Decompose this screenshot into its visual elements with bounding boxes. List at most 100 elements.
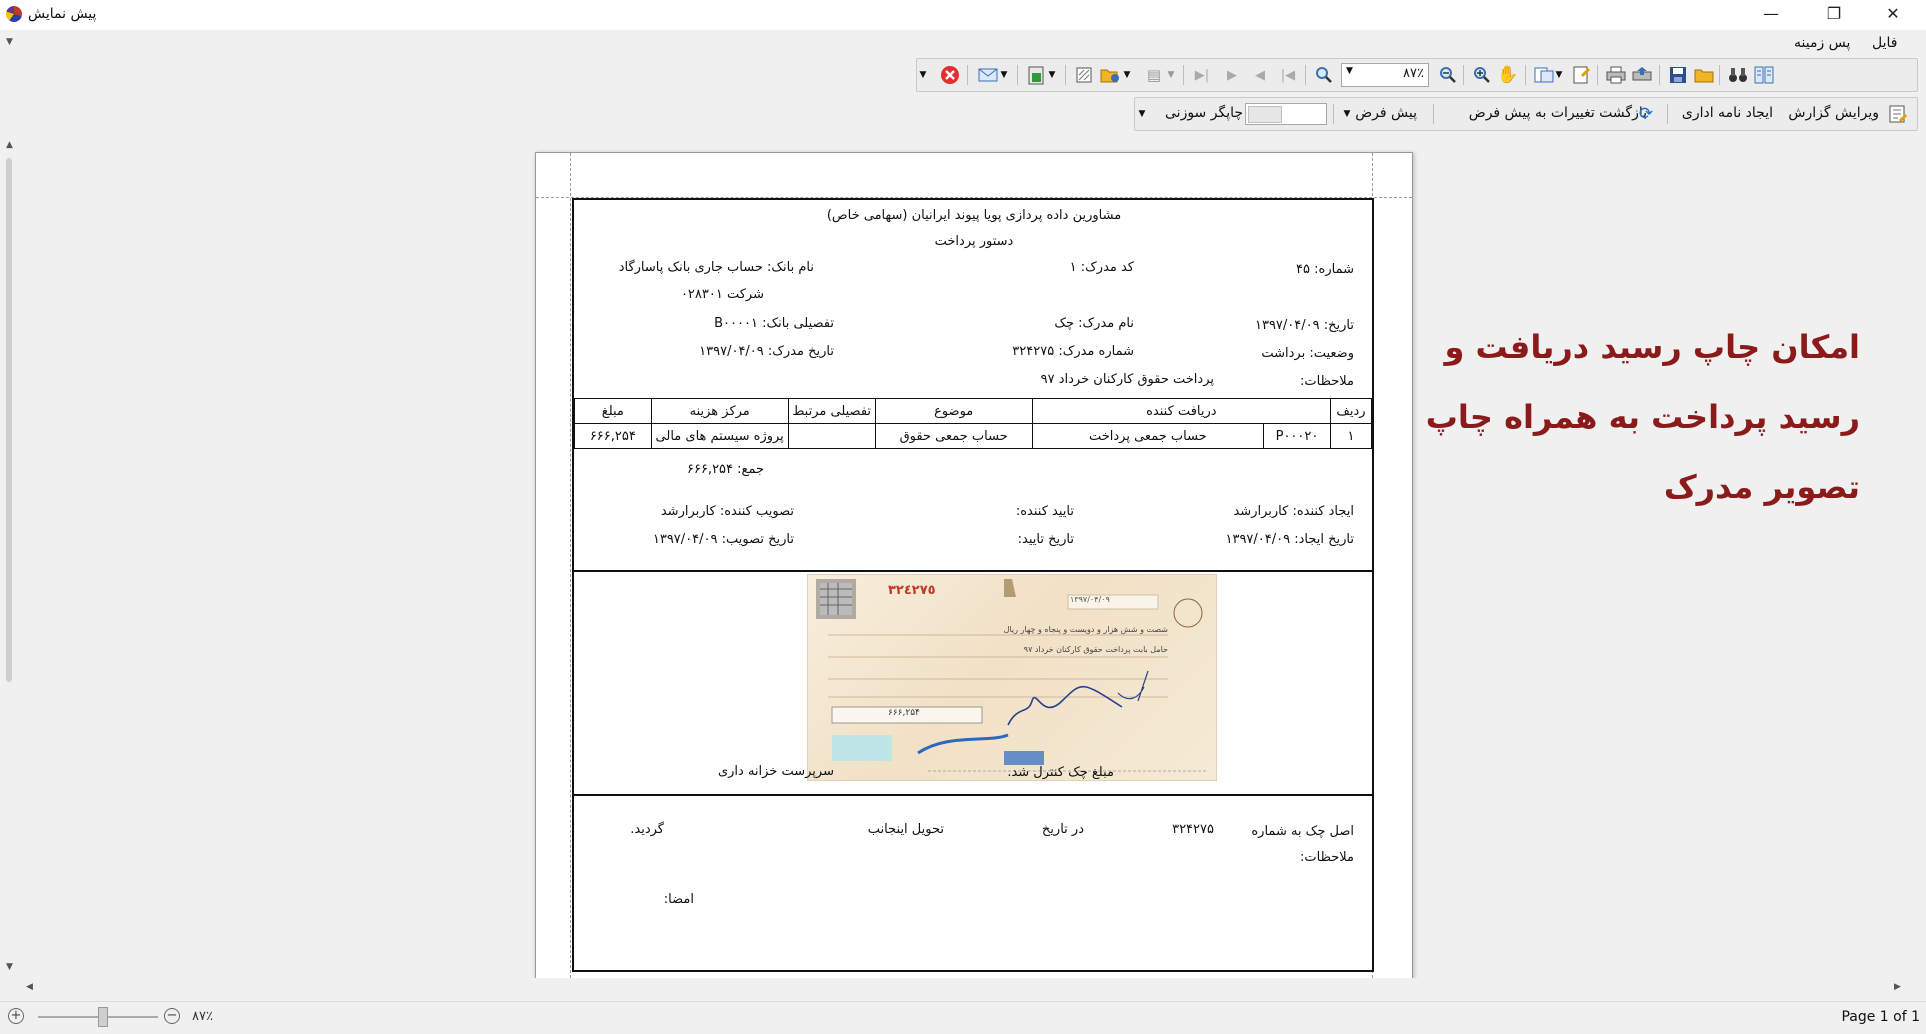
zoom-select[interactable]: ▼ ۸۷٪: [1341, 63, 1429, 87]
open-icon[interactable]: [1097, 62, 1123, 88]
edit-report-icon: [1885, 101, 1911, 127]
cell-receiver-name: حساب جمعی پرداخت: [1031, 423, 1265, 449]
watermark-icon[interactable]: [1071, 62, 1097, 88]
delivered-label: تحویل اینجانب: [867, 822, 944, 837]
scroll-right-icon[interactable]: ▶: [1894, 982, 1901, 992]
dot-matrix-field[interactable]: [1245, 103, 1327, 125]
previous-page-icon[interactable]: ◀: [1247, 62, 1273, 88]
close-preview-icon[interactable]: [937, 62, 963, 88]
hand-icon[interactable]: ✋: [1495, 62, 1521, 88]
treasury-head-label: سرپرست خزانه داری: [717, 764, 834, 779]
preview-toolbar: ▼ ▼ ▼ ▼ ▤ ▼ ▶| ▶ ◀ |◀ ▼ ۸۷٪ ✋ ▼: [916, 58, 1918, 92]
bank-name-line2: شرکت ۰۲۸۳۰۱: [680, 287, 764, 302]
menu-file[interactable]: فایل: [1872, 35, 1897, 51]
original-cheque-label: اصل چک به شماره: [1251, 824, 1354, 839]
document-title: دستور پرداخت: [934, 234, 1014, 249]
doc-number-field: شماره مدرک: ۳۲۴۲۷۵: [1012, 344, 1134, 359]
app-icon: [6, 6, 22, 22]
refresh-icon: ⟳: [1638, 104, 1654, 124]
created-by-field: ایجاد کننده: کاربرارشد: [1233, 504, 1354, 519]
cheque-number-value: ۳۲۴۲۷۵: [1172, 822, 1214, 837]
export-dropdown-icon[interactable]: ▼: [1045, 62, 1059, 88]
scroll-left-icon[interactable]: ◀: [26, 982, 33, 992]
multipage-icon[interactable]: ▤: [1141, 62, 1167, 88]
maximize-button[interactable]: ❐: [1811, 0, 1857, 28]
scroll-down-icon[interactable]: ▼: [6, 962, 13, 972]
last-page-icon[interactable]: ▶|: [1189, 62, 1215, 88]
cell-subject: حساب جمعی حقوق: [874, 423, 1033, 449]
zoom-icon[interactable]: [1311, 62, 1337, 88]
zoom-in-icon[interactable]: [1469, 62, 1495, 88]
horizontal-scrollbar[interactable]: ◀ ▶: [20, 978, 1906, 998]
bank-detail-field: تفصیلی بانک: B۰۰۰۰۱: [714, 316, 834, 331]
promo-line-2: رسید پرداخت به همراه چاپ: [1425, 398, 1860, 436]
binoculars-icon[interactable]: [1725, 62, 1751, 88]
cell-row-number: ۱: [1330, 423, 1372, 449]
default-button[interactable]: پیش فرض: [1347, 105, 1417, 121]
scroll-up-icon[interactable]: ▲: [6, 140, 13, 150]
approved-by-field: تصویب کننده: کاربرارشد: [660, 504, 794, 519]
footer-notes-label: ملاحظات:: [1300, 850, 1354, 865]
title-bar: پیش نمایش — ❐ ✕: [0, 0, 1926, 30]
notes-value: پرداخت حقوق کارکنان خرداد ۹۷: [1040, 372, 1214, 387]
cheque-reason: حامل بابت پرداخت حقوق کارکنان خرداد ۹۷: [1023, 645, 1168, 654]
number-field: شماره: ۴۵: [1296, 262, 1354, 277]
minimize-button[interactable]: —: [1748, 0, 1794, 28]
page-setup-icon[interactable]: [1569, 62, 1595, 88]
export-icon[interactable]: [1629, 62, 1655, 88]
window-title: پیش نمایش: [28, 6, 97, 22]
payment-order: مشاورین داده پردازی پویا پیوند ایرانیان …: [572, 198, 1374, 972]
payment-table: ردیف دریافت کننده موضوع تفصیلی مرتبط مرک…: [574, 398, 1372, 449]
cheque-amount: ۶۶۶,۲۵۴: [888, 708, 920, 718]
edit-report-button[interactable]: ویرایش گزارش: [1779, 105, 1879, 121]
menu-bar: ▼ پس زمینه فایل: [0, 30, 1926, 58]
became-label: گردید.: [630, 822, 664, 837]
dot-matrix-label: چاپگر سوزنی: [1165, 105, 1244, 121]
email-dropdown-icon[interactable]: ▼: [997, 62, 1011, 88]
cheque-image: ۳۲٤٢٧٥ ۱۳۹۷/۰۴/۰۹ شصت و شش هزار و دویست …: [807, 574, 1217, 781]
toolbar-options-icon[interactable]: ▼: [917, 62, 929, 88]
report-toolbar: ▼ چاپگر سوزنی ▼ پیش فرض بازگشت تغییرات ب…: [1134, 97, 1918, 131]
status-field: وضعیت: برداشت: [1261, 346, 1354, 361]
notes-label: ملاحظات:: [1300, 374, 1354, 389]
vertical-scrollbar[interactable]: ▲ ▼: [0, 134, 20, 978]
save-icon[interactable]: [1665, 62, 1691, 88]
menu-background[interactable]: پس زمینه: [1794, 35, 1850, 51]
cell-cost-center: پروژه سیستم های مالی: [650, 423, 789, 449]
doc-code-field: کد مدرک: ۱: [1069, 260, 1134, 275]
zoom-out-status-icon[interactable]: −: [164, 1008, 180, 1024]
table-header-row: ردیف دریافت کننده موضوع تفصیلی مرتبط مرک…: [574, 398, 1372, 424]
confirmed-date-field: تاریخ تایید:: [1017, 532, 1074, 547]
open-dropdown-icon[interactable]: ▼: [1121, 62, 1133, 88]
cell-receiver-code: P۰۰۰۲۰: [1263, 423, 1331, 449]
approved-date-field: تاریخ تصویب: ۱۳۹۷/۰۴/۰۹: [652, 532, 794, 547]
zoom-in-status-icon[interactable]: +: [8, 1008, 24, 1024]
bank-name-field: نام بانک: حساب جاری بانک پاسارگاد: [618, 260, 814, 275]
promo-line-1: امکان چاپ رسید دریافت و: [1444, 328, 1860, 366]
header-cost-center: مرکز هزینه: [650, 398, 789, 424]
close-button[interactable]: ✕: [1870, 0, 1916, 28]
layout-icon[interactable]: [1751, 62, 1777, 88]
multipage-dropdown-icon[interactable]: ▼: [1165, 62, 1177, 88]
header-receiver: دریافت کننده: [1031, 398, 1332, 424]
page-layout-dropdown-icon[interactable]: ▼: [1553, 62, 1565, 88]
quick-access-arrow-icon[interactable]: ▼: [6, 37, 13, 47]
status-bar: + − ۸۷٪ Page 1 of 1: [0, 1001, 1926, 1034]
revert-default-button[interactable]: بازگشت تغییرات به پیش فرض: [1441, 105, 1647, 121]
on-date-label: در تاریخ: [1041, 822, 1084, 837]
created-date-field: تاریخ ایجاد: ۱۳۹۷/۰۴/۰۹: [1225, 532, 1354, 547]
status-zoom-value: ۸۷٪: [192, 1009, 213, 1024]
next-page-icon[interactable]: ▶: [1219, 62, 1245, 88]
report-toolbar-options-icon[interactable]: ▼: [1135, 101, 1149, 127]
vertical-scroll-thumb[interactable]: [6, 158, 12, 682]
zoom-slider-thumb[interactable]: [98, 1007, 108, 1027]
create-letter-button[interactable]: ایجاد نامه اداری: [1673, 105, 1773, 121]
date-field: تاریخ: ۱۳۹۷/۰۴/۰۹: [1254, 318, 1354, 333]
first-page-icon[interactable]: |◀: [1275, 62, 1301, 88]
report-page: مشاورین داده پردازی پویا پیوند ایرانیان …: [535, 152, 1413, 984]
zoom-select-value: ۸۷٪: [1403, 66, 1424, 81]
zoom-out-icon[interactable]: [1435, 62, 1461, 88]
signature-label: امضا:: [663, 892, 694, 907]
print-icon[interactable]: [1603, 62, 1629, 88]
open-folder-icon[interactable]: [1691, 62, 1717, 88]
